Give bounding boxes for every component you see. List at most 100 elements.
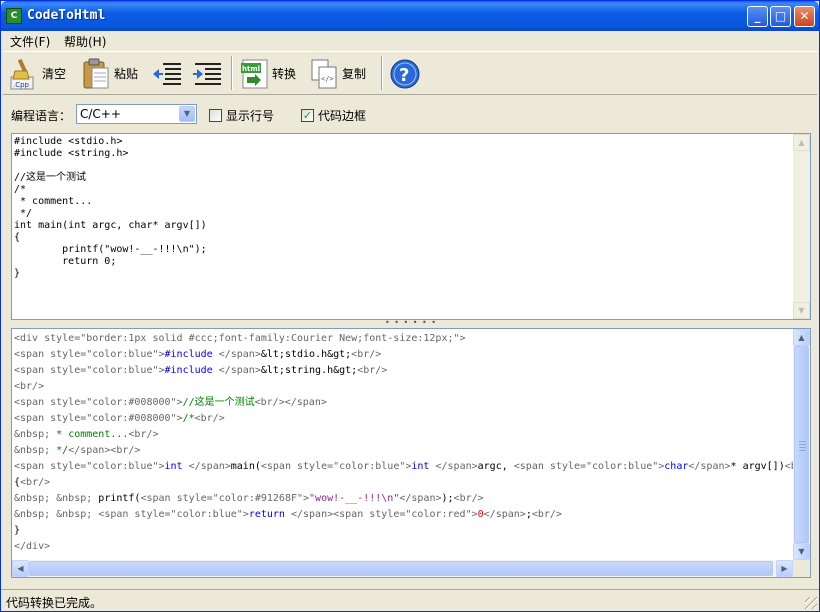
menu-bar: 文件(F) 帮助(H) [1, 31, 819, 50]
output-code-line: <span style="color:blue">#include </span… [14, 347, 797, 363]
checkbox-checked-icon[interactable]: ✓ [301, 109, 314, 122]
output-code-line: &nbsp; * comment...<br/> [14, 427, 797, 443]
minimize-button[interactable]: _ [747, 6, 768, 27]
output-code-token: return [248, 509, 291, 520]
output-code-line: <span style="color:blue">#include </span… [14, 363, 797, 379]
output-code-token: <span style="color:blue"> [260, 461, 412, 472]
output-code-token: <span style="color:#008000"> [14, 397, 183, 408]
output-code-token: </span> [435, 461, 478, 472]
checkbox-unchecked-icon[interactable] [209, 109, 222, 122]
clear-button[interactable]: .Cpp 清空 [9, 55, 66, 91]
status-text: 代码转换已完成。 [6, 596, 103, 610]
clipboard-icon [81, 57, 111, 89]
clear-label: 清空 [42, 66, 67, 81]
html-output-editor[interactable]: <div style="border:1px solid #ccc;font-f… [11, 328, 811, 578]
language-select[interactable]: C/C++ ▼ [76, 104, 197, 124]
menu-help[interactable]: 帮助(H) [64, 33, 106, 50]
chevron-down-icon[interactable]: ▼ [179, 106, 195, 122]
menu-file[interactable]: 文件(F) [10, 33, 50, 50]
help-button[interactable]: ? [389, 55, 420, 91]
close-button[interactable]: ✕ [794, 6, 815, 27]
source-code-line: */ [14, 208, 33, 219]
output-code-token: argc, [477, 461, 514, 472]
output-code-token: <br/> [531, 509, 562, 520]
output-code-token: */ [56, 445, 69, 456]
source-code-editor[interactable]: #include <stdio.h> #include <string.h> //… [11, 133, 811, 320]
output-vertical-scrollbar[interactable]: ▲ ▼ [793, 329, 810, 560]
convert-label: 转换 [272, 66, 297, 81]
output-code-token: </span> [290, 509, 334, 520]
show-line-numbers-checkbox[interactable]: 显示行号 [209, 107, 274, 124]
output-code-token: </span> [218, 349, 261, 360]
output-code-token: <br/> [453, 493, 484, 504]
html-convert-icon: html [239, 57, 269, 89]
resize-grip-icon[interactable] [805, 597, 817, 609]
cpp-file-label: .Cpp [13, 81, 30, 89]
code-border-checkbox[interactable]: ✓ 代码边框 [301, 107, 366, 124]
source-code-line: } [14, 268, 21, 279]
output-code-line: <br/> [14, 379, 797, 395]
scroll-down-arrow-icon: ▼ [793, 302, 810, 319]
app-window: C CodeToHtml _ □ ✕ 文件(F) 帮助(H) .Cpp 清空 粘… [0, 0, 820, 612]
output-code-token: <span style="color:#008000"> [14, 413, 183, 424]
output-code-token: ); [441, 493, 454, 504]
indent-icon [191, 57, 221, 89]
output-code-token: <span style="color:blue"> [98, 509, 249, 520]
output-code-token: <span style="color:#91268F"> [140, 493, 310, 504]
source-vertical-scrollbar: ▲ ▼ [793, 134, 810, 319]
source-code-line: //这是一个测试 [14, 172, 87, 183]
pane-splitter[interactable]: • • • • • • [11, 319, 811, 328]
output-code-token: <br/> [14, 381, 45, 392]
output-code-token: &nbsp; &nbsp; [14, 493, 99, 504]
scroll-up-arrow-icon[interactable]: ▲ [793, 329, 810, 346]
output-code-token: <span style="color:red"> [333, 509, 478, 520]
source-code-line: /* [14, 184, 27, 195]
output-code-token: } [14, 525, 21, 536]
svg-text:?: ? [399, 65, 409, 86]
output-code-token: int [411, 461, 436, 472]
output-horizontal-scrollbar[interactable]: ◀ ▶ [12, 560, 793, 577]
paste-button[interactable]: 粘贴 [81, 55, 138, 91]
convert-button[interactable]: html 转换 [239, 55, 296, 91]
maximize-button[interactable]: □ [770, 6, 791, 27]
scroll-up-arrow-icon: ▲ [793, 134, 810, 151]
source-code-text[interactable]: #include <stdio.h> #include <string.h> //… [14, 136, 207, 280]
output-code-token: int [164, 461, 189, 472]
scroll-down-arrow-icon[interactable]: ▼ [793, 543, 810, 560]
outdent-icon [151, 57, 181, 89]
output-code-line: {<br/> [14, 475, 797, 491]
output-code-token: &nbsp; &nbsp; [14, 509, 99, 520]
toolbar-separator [231, 56, 233, 90]
outdent-button[interactable] [151, 55, 181, 91]
window-title: CodeToHtml [27, 8, 106, 23]
language-label: 编程语言： [11, 109, 72, 123]
horizontal-scroll-thumb[interactable] [29, 561, 773, 576]
output-code-token: * comment... [56, 429, 129, 440]
scroll-corner [793, 560, 810, 577]
output-code-token: //这是一个测试 [182, 397, 255, 408]
source-code-line: printf("wow!-__-!!!\n"); [14, 244, 207, 255]
output-code-line: &nbsp; &nbsp; printf(<span style="color:… [14, 491, 797, 507]
html-output-text[interactable]: <div style="border:1px solid #ccc;font-f… [14, 331, 797, 555]
output-code-token: </span><br/> [68, 445, 141, 456]
output-code-token: &nbsp; [14, 429, 57, 440]
output-code-token: <div style="border:1px solid #ccc;font-f… [14, 333, 466, 344]
output-code-line: <span style="color:#008000">/*<br/> [14, 411, 797, 427]
source-code-line: return 0; [14, 256, 117, 267]
source-code-line: * comment... [14, 196, 93, 207]
output-code-token: #include [164, 349, 219, 360]
scroll-left-arrow-icon[interactable]: ◀ [12, 560, 29, 577]
output-code-line: } [14, 523, 797, 539]
indent-button[interactable] [191, 55, 221, 91]
vertical-scroll-thumb[interactable] [794, 346, 809, 543]
show-line-numbers-label: 显示行号 [226, 109, 275, 123]
output-code-token: <br/> [194, 413, 225, 424]
output-code-token: <span style="color:blue"> [513, 461, 665, 472]
app-icon: C [6, 8, 22, 24]
copy-button[interactable]: </> 复制 [309, 55, 366, 91]
source-code-line: #include <stdio.h> [14, 136, 123, 147]
output-code-token: <br/> [351, 349, 382, 360]
output-code-token: char [664, 461, 689, 472]
title-bar[interactable]: C CodeToHtml _ □ ✕ [1, 1, 819, 31]
scroll-right-arrow-icon[interactable]: ▶ [776, 560, 793, 577]
